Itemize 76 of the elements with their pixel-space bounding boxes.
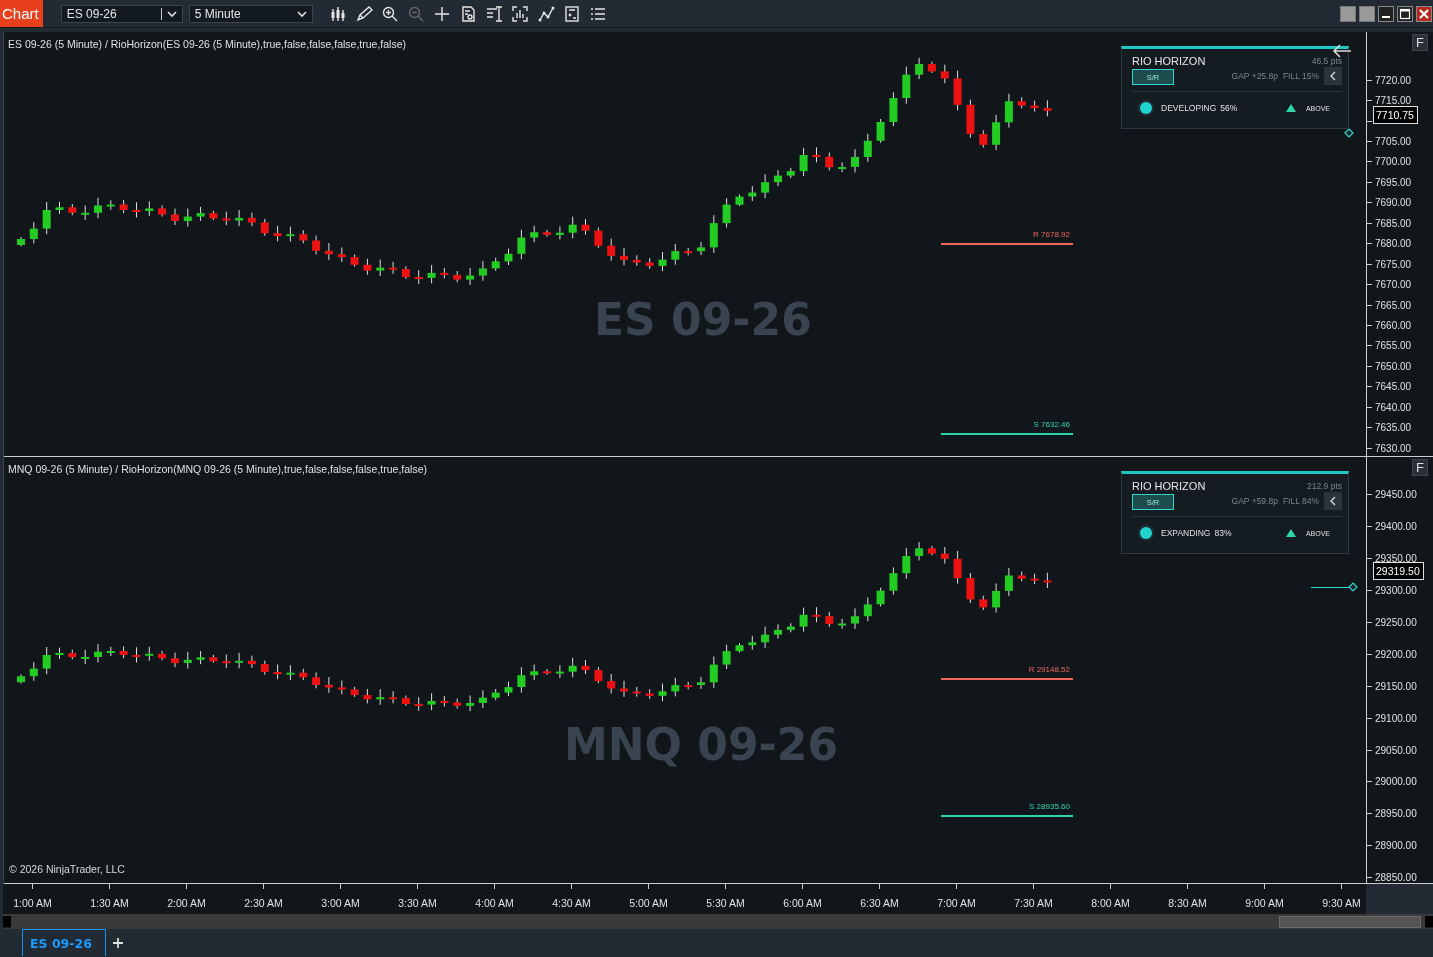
price-label: 29000.00 bbox=[1375, 776, 1417, 788]
chart-tab[interactable]: ES 09-26 bbox=[22, 929, 106, 956]
state-percent: 83% bbox=[1214, 528, 1232, 538]
f-button[interactable]: F bbox=[1412, 459, 1428, 476]
price-label: 28850.00 bbox=[1375, 872, 1417, 884]
time-label: 8:00 AM bbox=[1091, 897, 1130, 909]
price-label: 29400.00 bbox=[1375, 521, 1417, 533]
price-label: 28900.00 bbox=[1375, 840, 1417, 852]
time-label: 6:30 AM bbox=[860, 897, 899, 909]
fill-value: FILL 84% bbox=[1282, 496, 1319, 506]
time-label: 4:00 AM bbox=[475, 897, 514, 909]
state-label: DEVELOPING bbox=[1161, 103, 1217, 113]
price-label: 29250.00 bbox=[1375, 617, 1417, 628]
time-label: 3:00 AM bbox=[321, 897, 360, 909]
level-label: S 28935.60 bbox=[1029, 802, 1070, 811]
instrument-dropdown[interactable]: ES 09-26 bbox=[60, 4, 183, 23]
price-label: 7680.00 bbox=[1375, 238, 1412, 250]
time-label: 7:30 AM bbox=[1014, 897, 1053, 909]
level-label: S 7632.46 bbox=[1033, 420, 1070, 429]
price-label: 7700.00 bbox=[1375, 156, 1412, 168]
time-label: 4:30 AM bbox=[552, 897, 591, 909]
level-label: R 29148.52 bbox=[1028, 665, 1070, 674]
price-label: 29450.00 bbox=[1375, 489, 1417, 501]
price-label: 7690.00 bbox=[1375, 197, 1412, 209]
copyright-text: © 2026 NinjaTrader, LLC bbox=[9, 863, 125, 875]
price-label: 7715.00 bbox=[1375, 95, 1412, 107]
time-label: 9:00 AM bbox=[1245, 897, 1284, 909]
time-label: 6:00 AM bbox=[783, 897, 822, 909]
level-label: R 7678.92 bbox=[1033, 230, 1070, 239]
gap-value: GAP +25.8p bbox=[1231, 71, 1278, 81]
panel-title: RIO HORIZON bbox=[1132, 55, 1206, 67]
price-label: 29100.00 bbox=[1375, 712, 1417, 724]
price-label: 29150.00 bbox=[1375, 680, 1417, 692]
time-label: 5:30 AM bbox=[706, 897, 745, 909]
time-label: 8:30 AM bbox=[1168, 897, 1207, 909]
price-label: 29350.00 bbox=[1375, 553, 1417, 565]
time-label: 3:30 AM bbox=[398, 897, 437, 909]
chart-title: ES 09-26 (5 Minute) / RioHorizon(ES 09-26 (5 Minute),true,false,false,false,true,false) bbox=[8, 38, 406, 50]
price-label: 7705.00 bbox=[1375, 136, 1412, 148]
price-label: 7675.00 bbox=[1375, 258, 1412, 270]
price-label: 7720.00 bbox=[1375, 74, 1412, 86]
current-price-tag: 7710.75 bbox=[1373, 106, 1418, 124]
price-label: 7695.00 bbox=[1375, 176, 1412, 188]
time-label: 2:00 AM bbox=[167, 897, 206, 909]
price-label: 29050.00 bbox=[1375, 744, 1417, 756]
time-label: 1:00 AM bbox=[13, 897, 52, 909]
price-label: 29200.00 bbox=[1375, 648, 1417, 660]
panel-title: RIO HORIZON bbox=[1132, 480, 1206, 492]
price-label: 7640.00 bbox=[1375, 401, 1412, 413]
fill-value: FILL 15% bbox=[1282, 71, 1319, 81]
price-label: 28950.00 bbox=[1375, 808, 1417, 820]
state-label: EXPANDING bbox=[1161, 528, 1211, 538]
points-value: 212.9 pts bbox=[1307, 481, 1342, 491]
price-label: 7630.00 bbox=[1375, 442, 1412, 454]
gap-value: GAP +59.8p bbox=[1231, 496, 1278, 506]
time-label: 1:30 AM bbox=[90, 897, 129, 909]
price-label: 7685.00 bbox=[1375, 217, 1412, 229]
time-label: 7:00 AM bbox=[937, 897, 976, 909]
price-label: 7645.00 bbox=[1375, 381, 1412, 393]
time-label: 2:30 AM bbox=[244, 897, 283, 909]
price-label: 7655.00 bbox=[1375, 340, 1412, 352]
price-label: 7660.00 bbox=[1375, 319, 1412, 331]
price-label: 7635.00 bbox=[1375, 422, 1412, 434]
chart-title: MNQ 09-26 (5 Minute) / RioHorizon(MNQ 09-26 (5 Minute),true,false,false,false,true,false) bbox=[8, 463, 427, 475]
interval-dropdown[interactable]: 5 Minute bbox=[188, 4, 313, 23]
f-button[interactable]: F bbox=[1412, 34, 1428, 51]
chart-label: Chart bbox=[0, 0, 43, 27]
time-label: 9:30 AM bbox=[1322, 897, 1361, 909]
price-label: 7650.00 bbox=[1375, 360, 1412, 372]
current-price-tag: 29319.50 bbox=[1373, 562, 1424, 580]
price-label: 7670.00 bbox=[1375, 279, 1412, 291]
price-label: 29300.00 bbox=[1375, 585, 1417, 597]
points-value: 46.5 pts bbox=[1311, 56, 1342, 66]
price-label: 7665.00 bbox=[1375, 299, 1412, 311]
time-label: 5:00 AM bbox=[629, 897, 668, 909]
state-percent: 56% bbox=[1220, 103, 1238, 113]
